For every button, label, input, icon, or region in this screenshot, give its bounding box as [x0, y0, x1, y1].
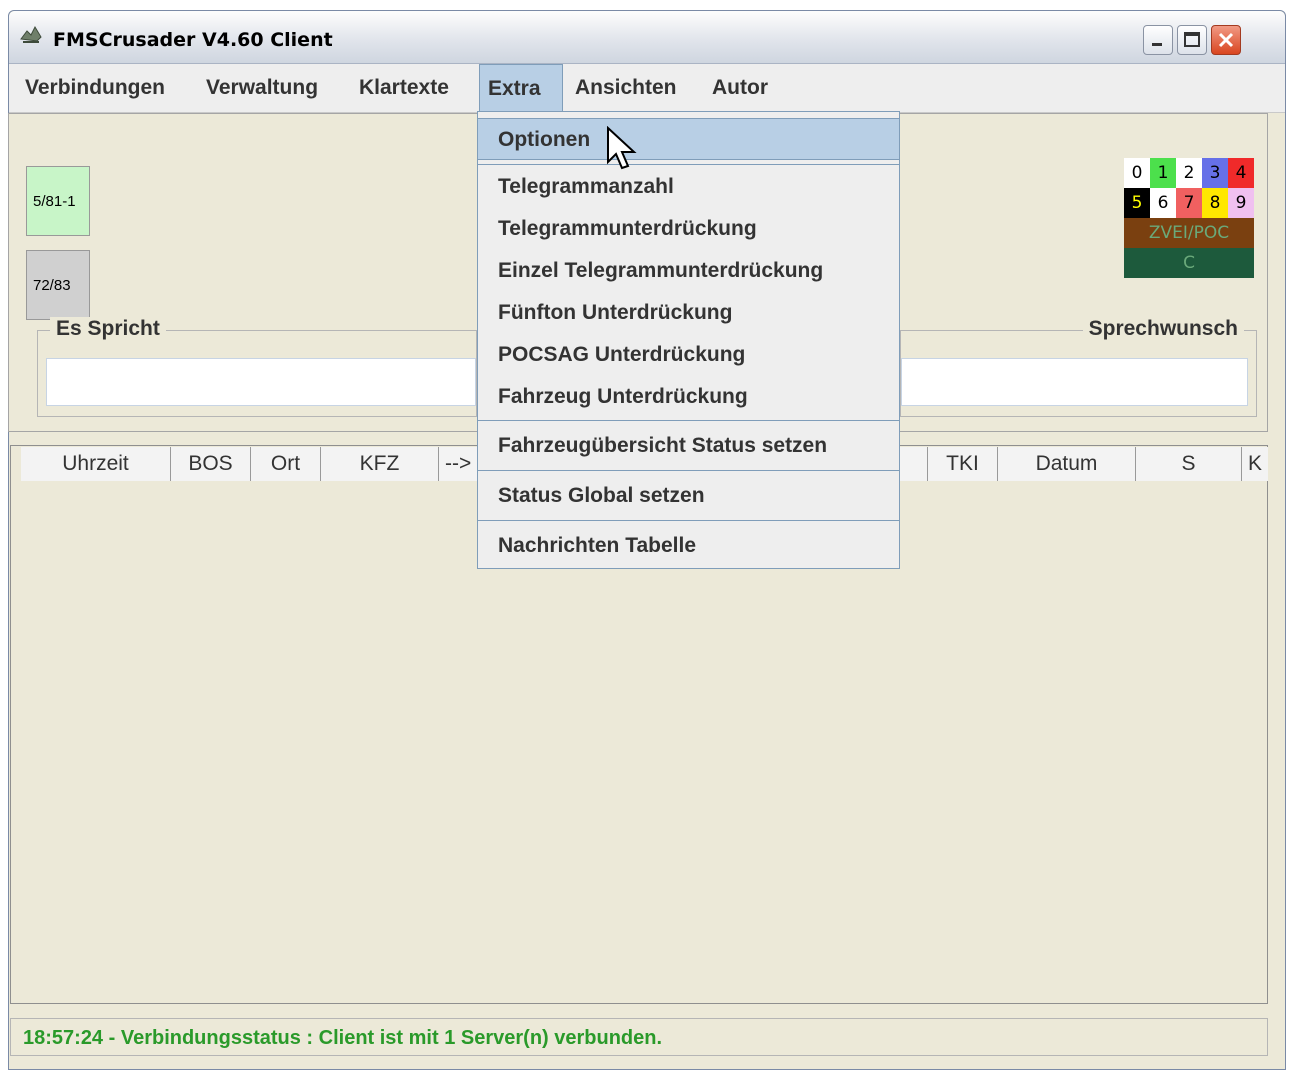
legend-status-2: 2: [1176, 158, 1202, 188]
menu-item-nachrichten-tabelle[interactable]: Nachrichten Tabelle: [478, 525, 899, 567]
column-header-ort[interactable]: Ort: [251, 447, 321, 481]
legend-status-0: 0: [1124, 158, 1150, 188]
menu-separator: [478, 520, 899, 521]
column-header-bos[interactable]: BOS: [171, 447, 251, 481]
close-icon: [1218, 32, 1234, 48]
column-header-s[interactable]: S: [1136, 447, 1242, 481]
minimize-button[interactable]: [1143, 25, 1173, 55]
menu-autor[interactable]: Autor: [704, 64, 776, 112]
menu-bar: Verbindungen Verwaltung Klartexte Extra …: [9, 64, 1285, 113]
menu-separator: [478, 164, 899, 165]
legend-status-3: 3: [1202, 158, 1228, 188]
extra-dropdown-menu: Optionen Telegrammanzahl Telegrammunterd…: [477, 111, 900, 569]
menu-separator: [478, 420, 899, 421]
menu-item-fuenfton-unterdrueckung[interactable]: Fünfton Unterdrückung: [478, 292, 899, 334]
es-spricht-group: Es Spricht: [37, 317, 477, 417]
menu-item-telegrammunterdrueckung[interactable]: Telegrammunterdrückung: [478, 208, 899, 250]
legend-c: C: [1124, 248, 1254, 278]
legend-status-6: 6: [1150, 188, 1176, 218]
close-button[interactable]: [1211, 25, 1241, 55]
column-header-uhrzeit[interactable]: Uhrzeit: [21, 447, 171, 481]
menu-item-optionen[interactable]: Optionen: [478, 118, 899, 160]
maximize-icon: [1184, 32, 1200, 47]
mouse-cursor-icon: [607, 126, 637, 170]
minimize-icon: [1152, 43, 1162, 46]
menu-item-fahrzeug-unterdrueckung[interactable]: Fahrzeug Unterdrückung: [478, 376, 899, 418]
maximize-button[interactable]: [1177, 25, 1207, 55]
sprechwunsch-group: Sprechwunsch: [900, 317, 1257, 417]
sprechwunsch-label: Sprechwunsch: [1082, 317, 1244, 341]
menu-klartexte[interactable]: Klartexte: [351, 64, 457, 112]
legend-status-7: 7: [1176, 188, 1202, 218]
menu-verbindungen[interactable]: Verbindungen: [17, 64, 173, 112]
menu-item-telegrammanzahl[interactable]: Telegrammanzahl: [478, 166, 899, 208]
legend-status-9: 9: [1228, 188, 1254, 218]
unit-status-button[interactable]: 5/81-1: [26, 166, 90, 236]
column-header-k[interactable]: K: [1242, 447, 1268, 481]
column-header-tki[interactable]: TKI: [928, 447, 998, 481]
legend-status-4: 4: [1228, 158, 1254, 188]
menu-item-pocsag-unterdrueckung[interactable]: POCSAG Unterdrückung: [478, 334, 899, 376]
title-bar[interactable]: FMSCrusader V4.60 Client: [9, 11, 1285, 64]
menu-extra[interactable]: Extra: [479, 64, 563, 112]
menu-verwaltung[interactable]: Verwaltung: [198, 64, 326, 112]
unit-status-button[interactable]: 72/83: [26, 250, 90, 320]
legend-status-1: 1: [1150, 158, 1176, 188]
legend-status-8: 8: [1202, 188, 1228, 218]
window-title: FMSCrusader V4.60 Client: [53, 29, 333, 51]
connection-status-text: 18:57:24 - Verbindungsstatus : Client is…: [10, 1018, 1268, 1056]
column-header-datum[interactable]: Datum: [998, 447, 1136, 481]
es-spricht-label: Es Spricht: [50, 317, 166, 341]
status-color-legend: 0 1 2 3 4 5 6 7 8 9 ZVEI/POC C: [1124, 158, 1254, 278]
sprechwunsch-field: [901, 358, 1248, 406]
menu-item-status-global-setzen[interactable]: Status Global setzen: [478, 475, 899, 517]
menu-ansichten[interactable]: Ansichten: [567, 64, 685, 112]
legend-status-5: 5: [1124, 188, 1150, 218]
app-icon: [20, 25, 42, 43]
menu-item-einzel-telegrammunterdrueckung[interactable]: Einzel Telegrammunterdrückung: [478, 250, 899, 292]
es-spricht-field: [46, 358, 476, 406]
column-header-kfz[interactable]: KFZ: [321, 447, 439, 481]
menu-item-fahrzeuguebersicht-status-setzen[interactable]: Fahrzeugübersicht Status setzen: [478, 425, 899, 467]
legend-zvei-poc: ZVEI/POC: [1124, 218, 1254, 248]
menu-separator: [478, 470, 899, 471]
